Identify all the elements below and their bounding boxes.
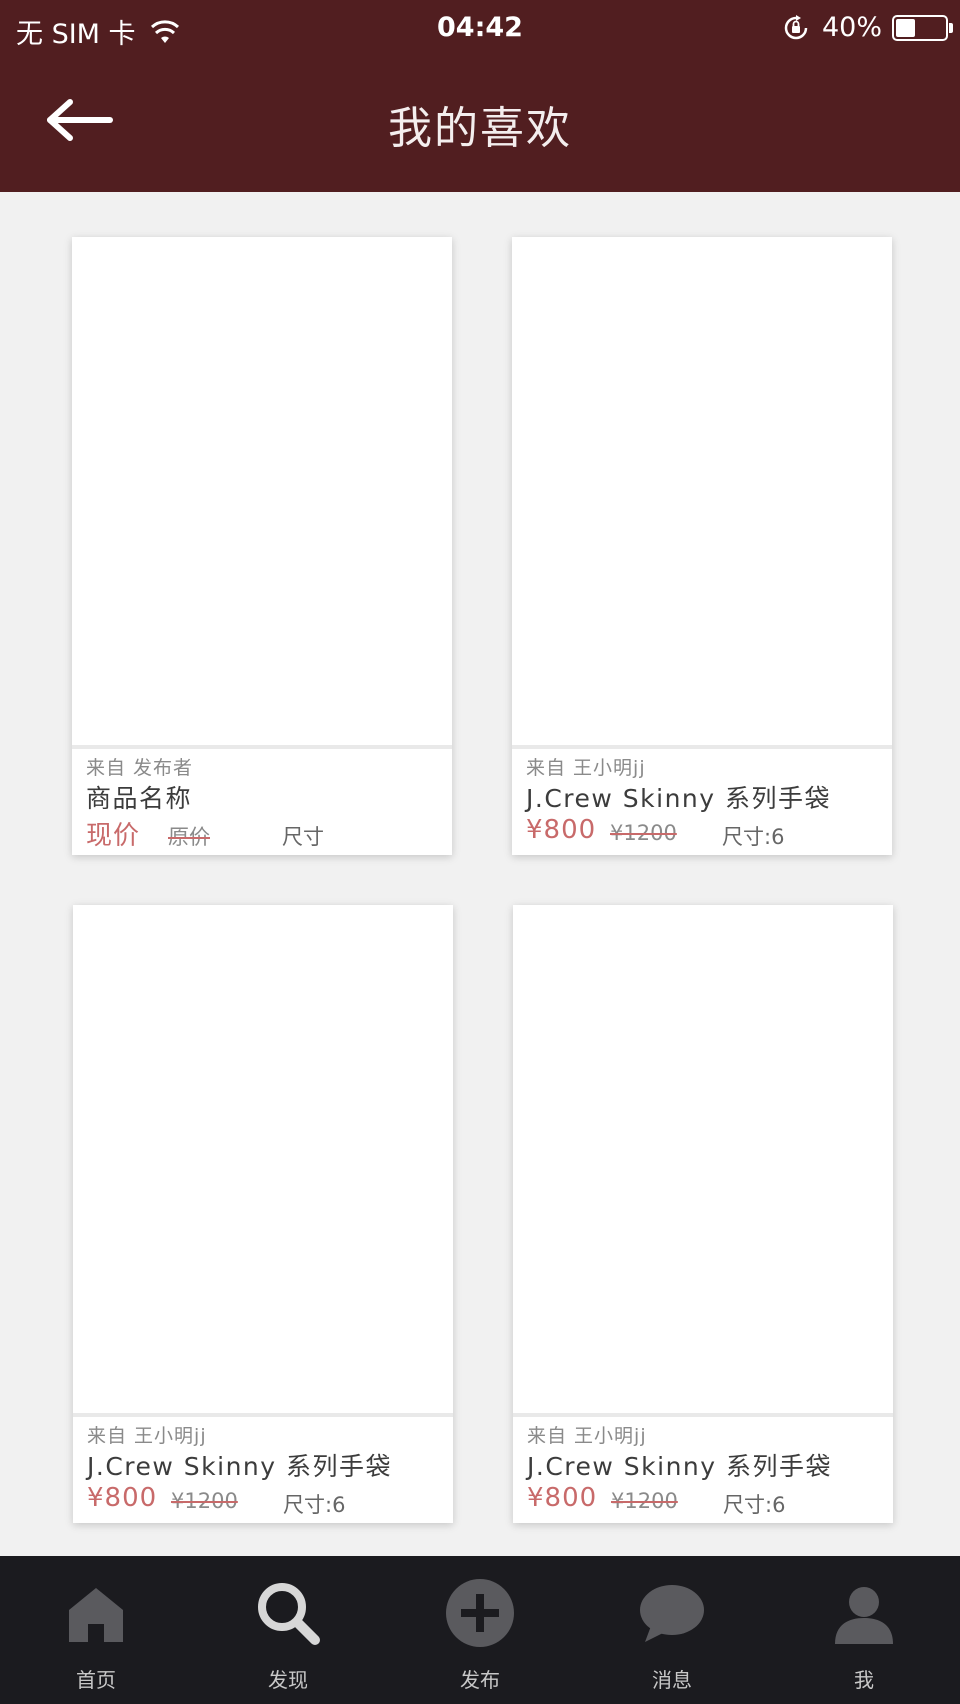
- product-card[interactable]: 来自 王小明jj J.Crew Skinny 系列手袋 ¥800 ¥1200 尺…: [512, 237, 892, 855]
- product-info: 来自 王小明jj J.Crew Skinny 系列手袋 ¥800 ¥1200 尺…: [513, 1417, 893, 1523]
- battery-tip: [949, 22, 953, 33]
- page: 无 SIM 卡 04:42 40% 我的喜欢 来自 发布者 商品名称 现价 原价…: [0, 0, 960, 1704]
- product-card[interactable]: 来自 王小明jj J.Crew Skinny 系列手袋 ¥800 ¥1200 尺…: [513, 905, 893, 1523]
- page-title: 我的喜欢: [388, 103, 572, 154]
- seller-label: 来自 王小明jj: [526, 757, 646, 779]
- product-info: 来自 王小明jj J.Crew Skinny 系列手袋 ¥800 ¥1200 尺…: [73, 1417, 453, 1523]
- size-label: 尺寸:6: [283, 1493, 346, 1517]
- original-price: ¥1200: [611, 1489, 678, 1513]
- user-icon: [835, 1587, 893, 1644]
- original-price: ¥1200: [610, 821, 677, 845]
- status-right: 40%: [782, 12, 953, 43]
- tab-label: 首页: [76, 1668, 116, 1692]
- tab-bar: 首页 发现 发布 消息 我: [0, 1556, 960, 1704]
- plus-circle-icon: [446, 1579, 514, 1647]
- tab-label: 发现: [268, 1668, 308, 1692]
- product-name: J.Crew Skinny 系列手袋: [527, 1452, 833, 1481]
- product-image[interactable]: [73, 905, 453, 1413]
- product-name: J.Crew Skinny 系列手袋: [526, 784, 832, 813]
- size-label: 尺寸:6: [723, 1493, 786, 1517]
- seller-label: 来自 发布者: [86, 757, 194, 779]
- rotation-lock-icon: [784, 14, 808, 39]
- original-price: ¥1200: [171, 1489, 238, 1513]
- product-card[interactable]: 来自 发布者 商品名称 现价 原价 尺寸: [72, 237, 452, 855]
- tab-me[interactable]: 我: [768, 1556, 960, 1704]
- nav-bar: 我的喜欢: [0, 60, 960, 192]
- product-info: 来自 王小明jj J.Crew Skinny 系列手袋 ¥800 ¥1200 尺…: [512, 749, 892, 855]
- status-bar: 无 SIM 卡 04:42 40%: [0, 0, 960, 60]
- tab-publish[interactable]: 发布: [384, 1556, 576, 1704]
- current-price: ¥800: [87, 1483, 158, 1513]
- product-name: J.Crew Skinny 系列手袋: [87, 1452, 393, 1481]
- home-icon: [69, 1588, 123, 1642]
- tab-label: 我: [854, 1668, 874, 1692]
- battery-percent: 40%: [821, 12, 882, 43]
- product-name: 商品名称: [86, 784, 193, 813]
- size-label: 尺寸: [282, 825, 324, 849]
- battery-fill: [896, 18, 916, 37]
- tab-discover[interactable]: 发现: [192, 1556, 384, 1704]
- product-image[interactable]: [513, 905, 893, 1413]
- tab-label: 发布: [460, 1668, 500, 1692]
- original-price: 原价: [168, 825, 210, 849]
- product-image[interactable]: [512, 237, 892, 745]
- current-price: 现价: [86, 821, 141, 851]
- size-label: 尺寸:6: [722, 825, 785, 849]
- battery-icon: [892, 14, 953, 41]
- chat-bubble-icon: [640, 1585, 704, 1642]
- tab-home[interactable]: 首页: [0, 1556, 192, 1704]
- product-card[interactable]: 来自 王小明jj J.Crew Skinny 系列手袋 ¥800 ¥1200 尺…: [73, 905, 453, 1523]
- product-image[interactable]: [72, 237, 452, 745]
- tab-messages[interactable]: 消息: [576, 1556, 768, 1704]
- tab-label: 消息: [652, 1668, 692, 1692]
- seller-label: 来自 王小明jj: [527, 1425, 647, 1447]
- product-info: 来自 发布者 商品名称 现价 原价 尺寸: [72, 749, 452, 855]
- search-icon: [258, 1583, 320, 1645]
- current-price: ¥800: [527, 1483, 598, 1513]
- seller-label: 来自 王小明jj: [87, 1425, 207, 1447]
- current-price: ¥800: [526, 815, 597, 845]
